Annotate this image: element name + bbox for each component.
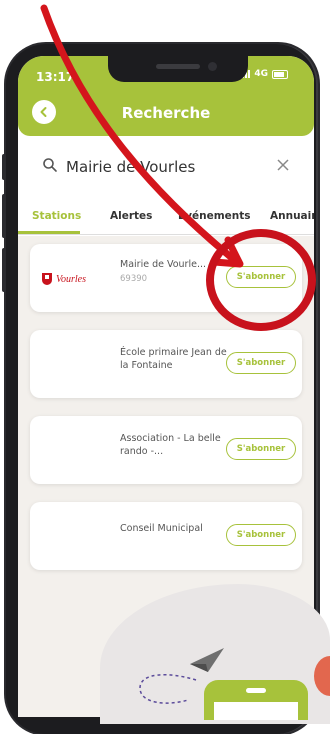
vourles-logo: Vourles — [42, 273, 86, 285]
result-name: École primaire Jean de la Fontaine — [120, 347, 227, 371]
volume-up-button — [2, 194, 6, 238]
tab-annuaire[interactable]: Annuaire — [270, 210, 314, 222]
subscribe-button[interactable]: S'abonner — [226, 438, 296, 460]
search-input[interactable] — [64, 152, 268, 182]
mute-switch — [2, 154, 6, 180]
highlight-circle — [206, 229, 316, 331]
search-icon — [43, 158, 57, 172]
network-label: 4G — [254, 69, 268, 79]
result-name: Conseil Municipal — [120, 523, 203, 534]
app-header: Recherche — [18, 94, 314, 136]
page-title: Recherche — [121, 104, 211, 122]
volume-down-button — [2, 248, 6, 292]
device-illustration — [204, 680, 308, 720]
subscribe-button[interactable]: S'abonner — [226, 524, 296, 546]
list-item[interactable]: Association - La belle rando -... S'abon… — [30, 416, 302, 484]
list-item[interactable]: École primaire Jean de la Fontaine S'abo… — [30, 330, 302, 398]
search-bar — [32, 150, 300, 182]
tab-evenements[interactable]: Evénements — [178, 210, 251, 222]
active-tab-indicator — [18, 231, 80, 234]
battery-icon — [272, 69, 288, 79]
list-item[interactable]: Conseil Municipal S'abonner — [30, 502, 302, 570]
phone-notch — [108, 56, 248, 82]
tab-stations[interactable]: Stations — [32, 210, 81, 222]
result-name: Association - La belle rando -... — [120, 433, 221, 457]
result-postcode: 69390 — [120, 274, 148, 284]
subscribe-button[interactable]: S'abonner — [226, 352, 296, 374]
tab-alertes[interactable]: Alertes — [110, 210, 152, 222]
close-icon[interactable] — [276, 158, 290, 172]
logo-text: Vourles — [56, 274, 86, 285]
status-time: 13:17 — [36, 70, 75, 84]
